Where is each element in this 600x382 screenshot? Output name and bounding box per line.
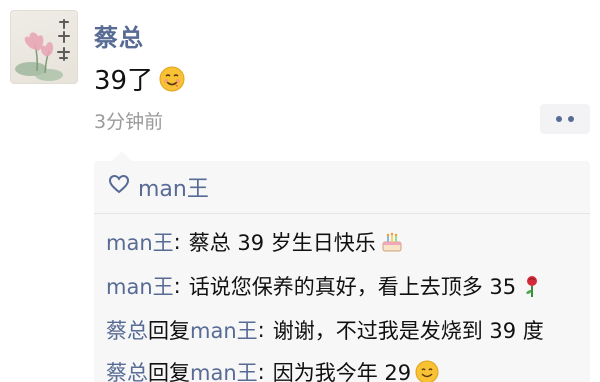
like-user-name[interactable]: man王	[138, 171, 209, 203]
comment-colon: :	[173, 274, 181, 298]
reply-word: 回复	[148, 361, 190, 382]
reply-to-user[interactable]: man王	[190, 357, 258, 382]
comment-item[interactable]: 蔡总 回复 man王 : 因为我今年 29	[106, 357, 439, 382]
comment-item[interactable]: man王 : 蔡总 39 岁生日快乐	[106, 227, 404, 257]
comment-text: 话说您保养的真好，看上去顶多 35	[188, 275, 517, 299]
comment-item[interactable]: 蔡总 回复 man王 : 谢谢，不过我是发烧到 39 度	[106, 315, 544, 345]
comment-colon: :	[173, 230, 181, 254]
birthday-cake-emoji-icon	[380, 230, 404, 254]
reply-to-user[interactable]: man王	[190, 315, 258, 345]
more-dot-icon	[568, 116, 574, 122]
comment-colon: :	[257, 318, 265, 342]
post-content: 39了	[94, 60, 185, 97]
heart-outline-icon	[108, 174, 130, 200]
post-text: 39了	[94, 66, 154, 96]
post-time: 3分钟前	[94, 111, 164, 133]
rose-emoji-icon	[520, 274, 544, 298]
reply-word: 回复	[148, 319, 190, 343]
more-actions-button[interactable]	[540, 104, 590, 134]
divider	[94, 213, 590, 214]
comment-author[interactable]: 蔡总	[106, 357, 148, 382]
avatar[interactable]	[10, 10, 78, 84]
comment-text: 因为我今年 29	[272, 361, 412, 382]
comment-text: 谢谢，不过我是发烧到 39 度	[272, 319, 544, 343]
lotus-painting-icon	[15, 19, 70, 81]
likes-row: man王	[108, 171, 209, 203]
comment-author[interactable]: man王	[106, 271, 174, 301]
comment-author[interactable]: man王	[106, 227, 174, 257]
comment-section: man王 man王 : 蔡总 39 岁生日快乐 man王 : 话说您保养的真好，…	[94, 151, 590, 382]
comment-author[interactable]: 蔡总	[106, 315, 148, 345]
comment-text: 蔡总 39 岁生日快乐	[188, 231, 376, 255]
smile-emoji-icon	[415, 360, 439, 382]
comment-item[interactable]: man王 : 话说您保养的真好，看上去顶多 35	[106, 271, 544, 301]
drooling-face-emoji-icon	[159, 66, 185, 92]
post-author[interactable]: 蔡总	[94, 18, 144, 53]
more-dot-icon	[556, 116, 562, 122]
comment-colon: :	[257, 360, 265, 382]
